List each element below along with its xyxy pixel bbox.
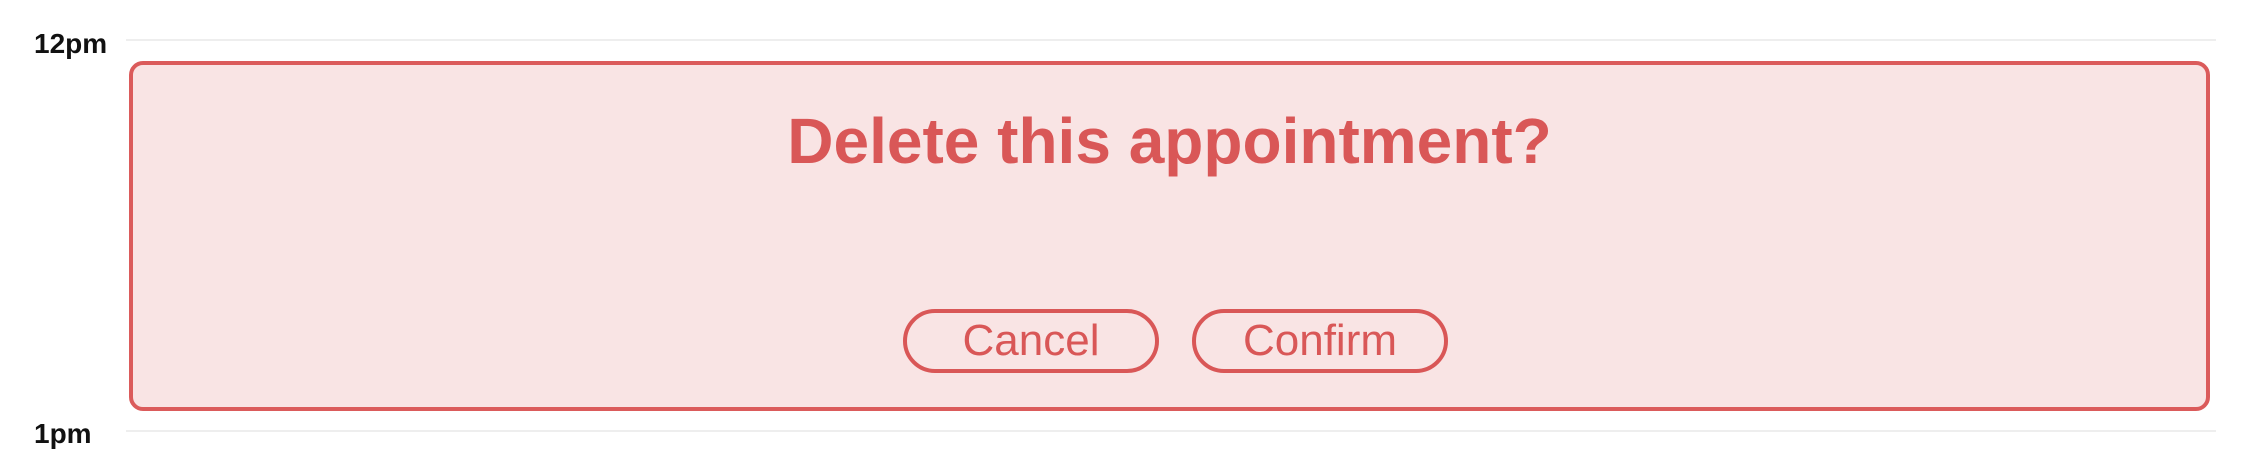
time-label-12pm: 12pm [34,28,108,59]
confirm-button[interactable]: Confirm [1192,309,1448,373]
time-label-1pm: 1pm [34,418,92,449]
calendar-day-view: 12pm Delete this appointment? Cancel Con… [0,0,2244,476]
cancel-button[interactable]: Cancel [903,309,1159,373]
hour-divider-12pm [126,39,2216,41]
confirmation-title: Delete this appointment? [787,105,1552,177]
delete-appointment-confirmation: Delete this appointment? Cancel Confirm [129,61,2210,411]
hour-divider-1pm [126,430,2216,432]
